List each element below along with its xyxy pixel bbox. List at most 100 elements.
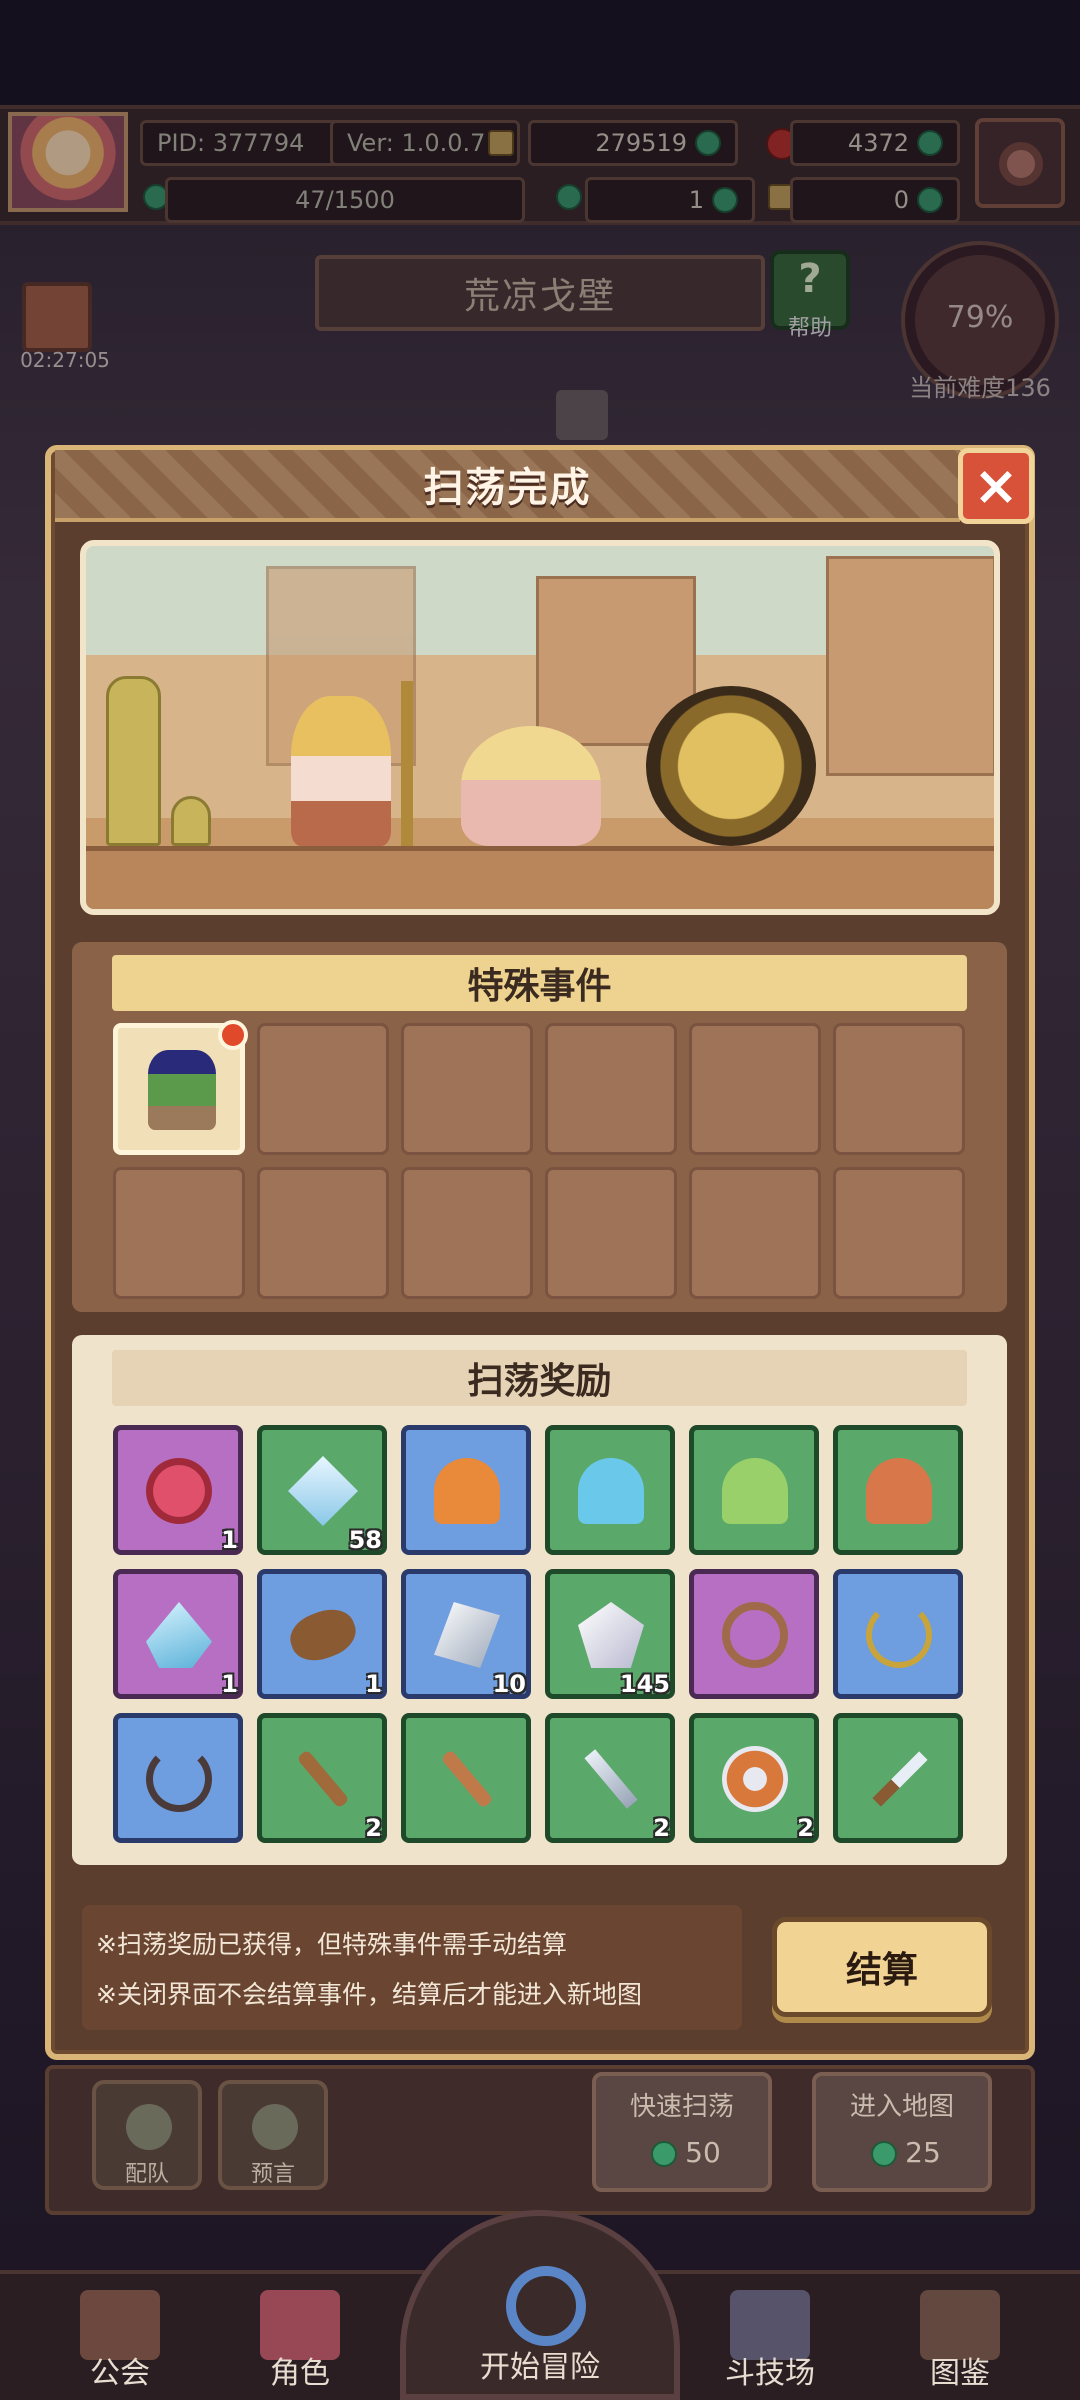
clover-display: 1 bbox=[585, 177, 755, 223]
empty-event-slot bbox=[257, 1023, 389, 1155]
quick-sweep-label: 快速扫荡 bbox=[629, 2092, 734, 2122]
stamina-text: 47/1500 bbox=[295, 186, 395, 214]
ruby-display: 4372 bbox=[790, 120, 960, 166]
reward-slot[interactable]: 2 bbox=[545, 1713, 675, 1843]
gold-display: 279519 bbox=[528, 120, 738, 166]
question-icon: ? bbox=[798, 256, 822, 302]
reward-slot[interactable] bbox=[689, 1425, 819, 1555]
add-clover-icon[interactable] bbox=[712, 187, 738, 213]
reward-slot[interactable] bbox=[689, 1569, 819, 1699]
prophecy-label: 预言 bbox=[250, 2162, 295, 2187]
reward-count: 1 bbox=[365, 1670, 382, 1698]
reward-slot[interactable] bbox=[401, 1713, 531, 1843]
nav-guild[interactable]: 公会 bbox=[40, 2280, 200, 2400]
empty-event-slot bbox=[833, 1023, 965, 1155]
empty-event-slot bbox=[113, 1167, 245, 1299]
golden-orb-character bbox=[646, 686, 816, 846]
cactus-icon bbox=[106, 676, 161, 846]
enter-map-button[interactable]: 进入地图 25 bbox=[812, 2072, 992, 2192]
wood-log-icon bbox=[284, 1602, 362, 1668]
team-button[interactable]: 配队 bbox=[92, 2080, 202, 2190]
reward-slot[interactable] bbox=[545, 1425, 675, 1555]
help-button[interactable]: ? 帮助 bbox=[770, 250, 850, 341]
reward-slot[interactable] bbox=[401, 1425, 531, 1555]
reward-slot[interactable]: 1 bbox=[257, 1569, 387, 1699]
lock-icon bbox=[556, 390, 608, 440]
add-key-icon[interactable] bbox=[917, 187, 943, 213]
close-icon: × bbox=[973, 454, 1019, 517]
settings-button[interactable] bbox=[975, 118, 1065, 208]
magnifier-icon bbox=[506, 2266, 586, 2346]
gear-icon bbox=[999, 142, 1043, 186]
empty-event-slot bbox=[545, 1023, 677, 1155]
ruby-value: 4372 bbox=[847, 129, 909, 157]
add-gold-icon[interactable] bbox=[695, 130, 721, 156]
quick-sweep-cost: 50 bbox=[685, 2136, 721, 2169]
empty-event-slot bbox=[545, 1167, 677, 1299]
region-name: 荒凉戈壁 bbox=[463, 276, 616, 317]
settle-button[interactable]: 结算 bbox=[772, 1917, 992, 2017]
empty-event-slot bbox=[833, 1167, 965, 1299]
reward-slot[interactable]: 58 bbox=[257, 1425, 387, 1555]
prophecy-button[interactable]: 预言 bbox=[218, 2080, 328, 2190]
sweep-rewards-title: 扫荡奖励 bbox=[112, 1350, 967, 1406]
new-notification-dot bbox=[218, 1020, 248, 1050]
gold-value: 279519 bbox=[595, 129, 687, 157]
help-label: 帮助 bbox=[787, 316, 832, 341]
reward-slot[interactable]: 1 bbox=[113, 1425, 243, 1555]
quick-sweep-button[interactable]: 快速扫荡 50 bbox=[592, 2072, 772, 2192]
special-events-title-text: 特殊事件 bbox=[467, 966, 612, 1007]
peach-icon bbox=[146, 1458, 212, 1524]
empty-event-slot bbox=[401, 1167, 533, 1299]
orange-slime-icon bbox=[866, 1458, 932, 1524]
wooden-club-icon bbox=[440, 1749, 494, 1809]
spear-icon bbox=[401, 681, 413, 846]
player-avatar[interactable] bbox=[8, 112, 128, 212]
reward-slot[interactable]: 2 bbox=[257, 1713, 387, 1843]
nav-start-label: 开始冒险 bbox=[480, 2350, 600, 2385]
reward-slot[interactable]: 145 bbox=[545, 1569, 675, 1699]
add-ruby-icon[interactable] bbox=[917, 130, 943, 156]
prophecy-icon bbox=[252, 2104, 298, 2150]
goblin-event-icon bbox=[148, 1050, 216, 1130]
reward-count: 2 bbox=[365, 1814, 382, 1842]
dialog-header: 扫荡完成 bbox=[55, 450, 960, 522]
reward-count: 1 bbox=[221, 1526, 238, 1554]
reward-slot[interactable] bbox=[833, 1713, 963, 1843]
reward-slot[interactable] bbox=[833, 1425, 963, 1555]
version-text: Ver: 1.0.0.7 bbox=[347, 129, 486, 157]
dialog-title: 扫荡完成 bbox=[423, 465, 592, 511]
white-gem-icon bbox=[578, 1602, 644, 1668]
reward-slot[interactable] bbox=[113, 1713, 243, 1843]
small-cactus-icon bbox=[171, 796, 211, 846]
team-icon bbox=[126, 2104, 172, 2150]
nav-character-label: 角色 bbox=[270, 2356, 330, 2391]
enter-map-label: 进入地图 bbox=[849, 2092, 954, 2122]
note-line-2: ※关闭界面不会结算事件，结算后才能进入新地图 bbox=[96, 1980, 642, 2009]
key-display: 0 bbox=[790, 177, 960, 223]
reward-count: 2 bbox=[653, 1814, 670, 1842]
crystal-shard-icon bbox=[287, 1455, 359, 1527]
stamina-cost-icon bbox=[871, 2141, 898, 2167]
empty-event-slot bbox=[689, 1167, 821, 1299]
special-event-slot[interactable] bbox=[113, 1020, 248, 1155]
nav-character[interactable]: 角色 bbox=[220, 2280, 380, 2400]
reward-slot[interactable]: 2 bbox=[689, 1713, 819, 1843]
nav-codex[interactable]: 图鉴 bbox=[880, 2280, 1040, 2400]
reward-count: 10 bbox=[492, 1670, 526, 1698]
region-title: 荒凉戈壁 bbox=[315, 255, 765, 331]
nav-arena[interactable]: 斗技场 bbox=[690, 2280, 850, 2400]
blue-slime-icon bbox=[578, 1458, 644, 1524]
gold-necklace-icon bbox=[866, 1602, 932, 1668]
enter-map-cost: 25 bbox=[905, 2136, 941, 2169]
notes-box: ※扫荡奖励已获得，但特殊事件需手动结算 ※关闭界面不会结算事件，结算后才能进入新… bbox=[82, 1905, 742, 2030]
nav-codex-label: 图鉴 bbox=[930, 2356, 990, 2391]
reward-slot[interactable]: 1 bbox=[113, 1569, 243, 1699]
empty-event-slot bbox=[689, 1023, 821, 1155]
wooden-staff-icon bbox=[296, 1749, 350, 1809]
reward-slot[interactable]: 10 bbox=[401, 1569, 531, 1699]
close-button[interactable]: × bbox=[958, 448, 1034, 524]
gift-icon[interactable] bbox=[22, 282, 92, 352]
reward-slot[interactable] bbox=[833, 1569, 963, 1699]
reward-count: 145 bbox=[619, 1670, 670, 1698]
